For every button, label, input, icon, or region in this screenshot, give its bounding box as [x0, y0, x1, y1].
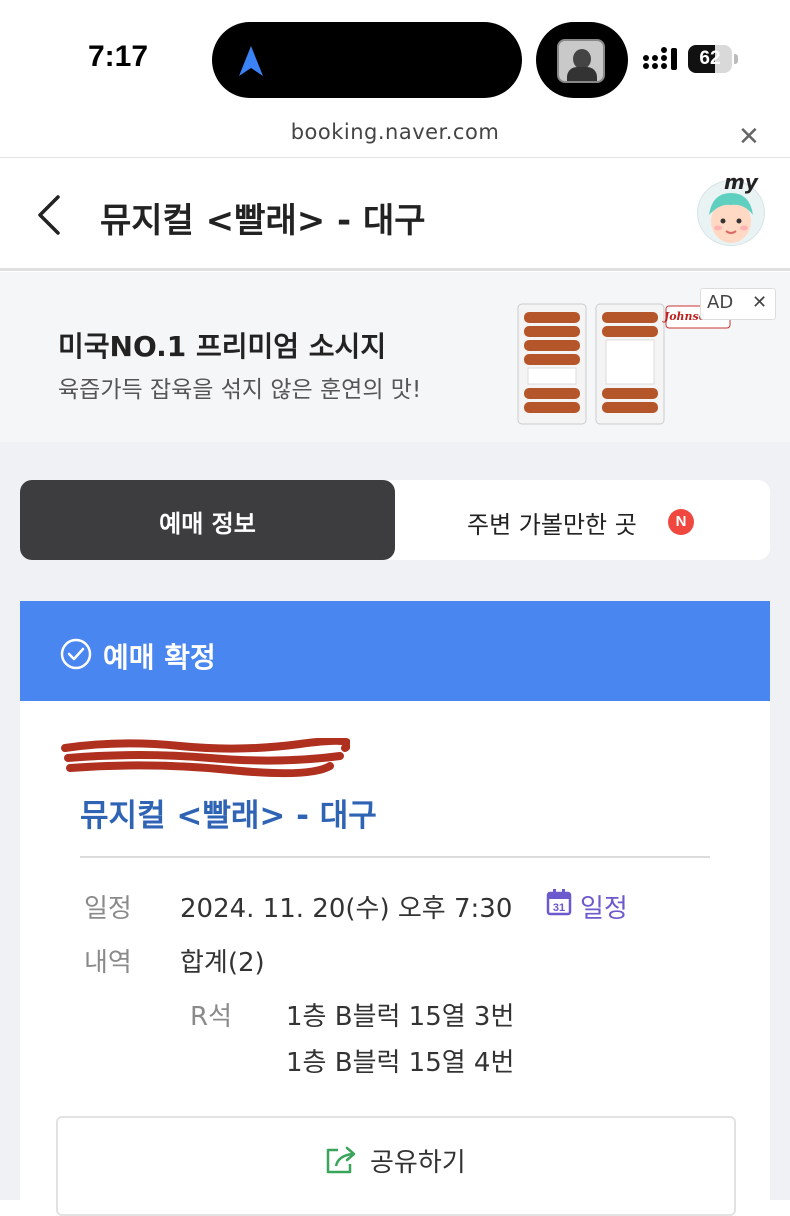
- ad-label: AD: [707, 292, 734, 313]
- tab-label: 주변 가볼만한 곳: [467, 511, 637, 539]
- url-bar[interactable]: booking.naver.com: [0, 120, 790, 144]
- seat-grade: R석: [190, 1002, 232, 1032]
- page-title: 뮤지컬 <빨래> - 대구: [100, 201, 426, 241]
- seat-item: 1층 B블럭 15열 4번: [286, 1048, 515, 1078]
- details-label: 내역: [84, 948, 132, 978]
- details-value: 합계(2): [180, 948, 265, 978]
- divider: [0, 157, 790, 158]
- back-arrow-icon[interactable]: [32, 194, 64, 236]
- seat-item: 1층 B블럭 15열 3번: [286, 1002, 515, 1032]
- ad-subtitle[interactable]: 육즙가득 잡육을 섞지 않은 훈연의 맛!: [58, 370, 421, 404]
- ad-badge[interactable]: AD ✕: [700, 288, 776, 320]
- check-circle-icon: [60, 638, 92, 670]
- battery-percent: 62: [699, 48, 721, 69]
- ad-close-icon[interactable]: ✕: [752, 292, 767, 313]
- battery-indicator: 62: [688, 45, 738, 73]
- ad-title[interactable]: 미국NO.1 프리미엄 소시지: [58, 325, 386, 365]
- divider: [80, 856, 710, 858]
- tab-booking-info[interactable]: 예매 정보: [20, 480, 395, 560]
- schedule-label: 일정: [84, 894, 132, 924]
- live-activity-thumbnail: [557, 39, 605, 83]
- performance-title[interactable]: 뮤지컬 <빨래> - 대구: [80, 790, 377, 835]
- new-badge: N: [668, 509, 694, 535]
- calendar-day: 31: [553, 902, 565, 914]
- schedule-value: 2024. 11. 20(수) 오후 7:30: [180, 894, 513, 924]
- signal-icon: [643, 47, 677, 70]
- divider: [0, 268, 790, 271]
- my-label: my: [724, 170, 758, 194]
- navigation-arrow-icon: [239, 46, 263, 76]
- close-icon[interactable]: ✕: [738, 122, 760, 152]
- calendar-icon[interactable]: 31: [546, 888, 572, 916]
- booking-status: 예매 확정: [103, 641, 216, 674]
- add-to-calendar-link[interactable]: 일정: [580, 888, 628, 925]
- share-label[interactable]: 공유하기: [370, 1142, 466, 1179]
- share-icon[interactable]: [324, 1144, 358, 1176]
- tab-label: 예매 정보: [159, 510, 256, 538]
- redacted-name-scribble: [61, 738, 350, 778]
- tab-nearby-places[interactable]: 주변 가볼만한 곳 N: [395, 480, 770, 560]
- status-time: 7:17: [88, 40, 149, 73]
